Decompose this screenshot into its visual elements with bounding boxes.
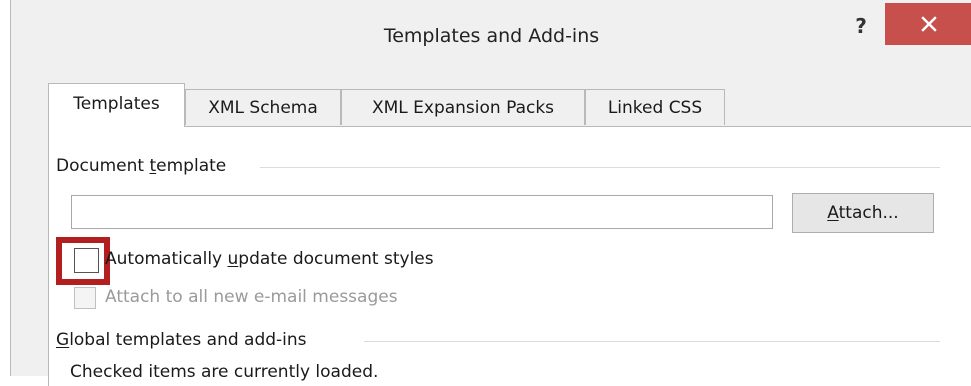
attach-button[interactable]: Attach... bbox=[792, 193, 934, 233]
document-template-label: Document template bbox=[56, 156, 241, 176]
attach-email-checkbox bbox=[74, 287, 96, 309]
group-divider bbox=[364, 341, 940, 342]
tab-linked-css[interactable]: Linked CSS bbox=[585, 89, 725, 125]
dialog-title: Templates and Add-ins bbox=[383, 25, 600, 47]
tab-xml-expansion-packs[interactable]: XML Expansion Packs bbox=[341, 89, 585, 125]
document-template-path-input[interactable] bbox=[71, 195, 773, 229]
close-icon bbox=[920, 16, 937, 32]
tab-templates[interactable]: Templates bbox=[48, 83, 185, 127]
attach-email-label: Attach to all new e-mail messages bbox=[105, 287, 398, 307]
title-bar: Templates and Add-ins ? bbox=[11, 0, 971, 78]
help-button[interactable]: ? bbox=[847, 14, 875, 44]
templates-addins-dialog: Templates and Add-ins ? Templates XML Sc… bbox=[10, 0, 971, 386]
auto-update-label[interactable]: Automatically update document styles bbox=[105, 249, 434, 269]
group-divider bbox=[260, 167, 940, 168]
tab-xml-schema[interactable]: XML Schema bbox=[185, 89, 341, 125]
loaded-items-hint: Checked items are currently loaded. bbox=[70, 362, 379, 382]
close-button[interactable] bbox=[885, 3, 971, 45]
global-templates-label: Global templates and add-ins bbox=[56, 330, 321, 350]
auto-update-checkbox[interactable] bbox=[74, 248, 99, 273]
